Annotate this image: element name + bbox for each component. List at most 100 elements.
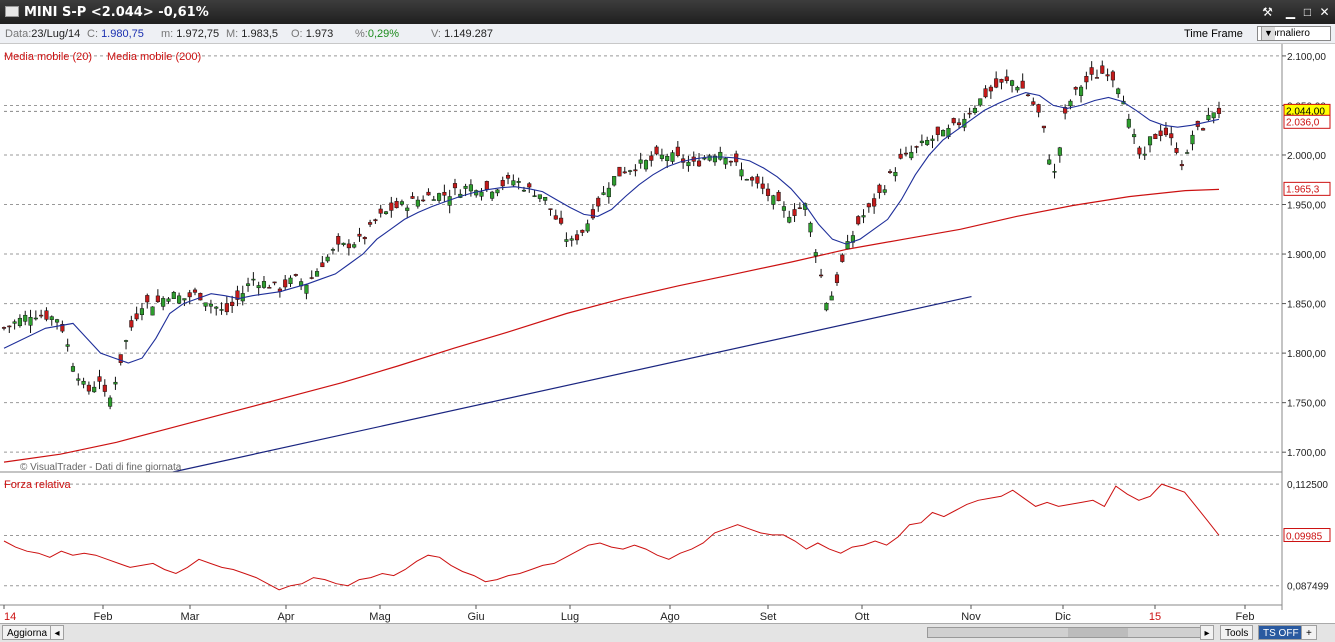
candle-body	[44, 310, 49, 320]
candle-body	[675, 146, 680, 156]
chart-window-icon	[5, 6, 19, 17]
candle-body	[622, 171, 627, 174]
candle-body	[256, 285, 261, 289]
candle-body	[378, 208, 383, 214]
candle-body	[267, 287, 272, 289]
maximize-button[interactable]: □	[1299, 4, 1316, 20]
candle-body	[792, 209, 797, 216]
candle-body	[988, 86, 993, 92]
candle-body	[537, 194, 542, 199]
candle-body	[1089, 67, 1094, 75]
rs-price-label: 0,09985	[1286, 532, 1323, 543]
candle-body	[383, 211, 389, 214]
candle-body	[108, 397, 113, 407]
ts-off-button[interactable]: TS OFF	[1258, 625, 1304, 640]
candle-body	[665, 156, 670, 161]
candle-body	[166, 298, 171, 302]
candle-body	[559, 217, 564, 224]
close-button[interactable]: ✕	[1316, 4, 1333, 20]
candle-body	[1079, 86, 1084, 96]
ma200-line	[3, 188, 1220, 463]
add-plus-button[interactable]: +	[1301, 625, 1317, 640]
candle-body	[983, 88, 988, 98]
candle-body	[1025, 94, 1031, 97]
candle-body	[368, 222, 373, 225]
candle-body	[797, 207, 802, 209]
y-tick-label: 2.100,00	[1287, 52, 1326, 63]
y-tick-label: 1.900,00	[1287, 250, 1326, 261]
candle-body	[150, 306, 155, 316]
tools-button[interactable]: Tools	[1220, 625, 1254, 640]
x-tick-label: Nov	[961, 611, 981, 623]
candle-body	[1010, 80, 1015, 86]
candle-body	[723, 157, 728, 165]
candle-body	[500, 180, 505, 187]
candle-body	[357, 233, 362, 237]
candle-body	[1116, 88, 1121, 95]
candle-body	[824, 302, 829, 311]
candle-body	[1015, 87, 1020, 91]
candle-body	[405, 207, 410, 211]
candle-body	[92, 386, 97, 393]
candle-body	[293, 274, 298, 276]
x-tick-label: Ott	[855, 611, 870, 623]
candle-body	[309, 277, 314, 279]
tools-wrench-icon[interactable]: ⚒	[1259, 4, 1276, 20]
window-titlebar: MINI S-P <2.044> -0,61% ⚒ ▁ □ ✕	[0, 0, 1335, 24]
candle-body	[590, 209, 595, 219]
candle-body	[930, 138, 935, 141]
candle-body	[819, 274, 824, 277]
candle-body	[1031, 101, 1036, 105]
candle-body	[1169, 133, 1174, 139]
time-frame-select[interactable]: Giornaliero ▼	[1257, 26, 1331, 41]
candle-body	[765, 188, 771, 196]
candle-body	[1041, 125, 1046, 129]
candle-body	[123, 340, 129, 342]
rs-series-path	[3, 483, 1220, 591]
candle-body	[1174, 148, 1179, 153]
candle-body	[527, 183, 532, 188]
candle-body	[941, 130, 946, 137]
candle-body	[771, 195, 776, 205]
candle-body	[1142, 153, 1147, 156]
chevron-down-icon[interactable]: ▼	[1261, 27, 1275, 40]
candle-body	[336, 235, 341, 245]
scrollbar-thumb[interactable]	[1068, 628, 1128, 637]
candle-body	[1105, 74, 1110, 77]
legend-ma200: Media mobile (200)	[107, 51, 201, 63]
candle-body	[612, 176, 617, 186]
x-tick-label: Set	[760, 611, 777, 623]
x-tick-label: Feb	[1236, 611, 1255, 623]
candle-body	[479, 191, 484, 197]
x-tick-label: Lug	[561, 611, 579, 623]
scroll-right-arrow-icon[interactable]: ▸	[1200, 625, 1214, 640]
candle-body	[314, 271, 320, 277]
candle-body	[1068, 100, 1073, 107]
candle-body	[272, 281, 277, 284]
chart-area[interactable]: 1.700,00 1.750,00 1.800,00 1.850,00 1.900,00…	[0, 44, 1335, 623]
candle-body	[585, 223, 590, 232]
x-tick-label: Mag	[369, 611, 390, 623]
candle-body	[1052, 171, 1057, 173]
candle-body	[574, 234, 580, 241]
candle-body	[659, 154, 664, 159]
y-tick-label: 2.000,00	[1287, 151, 1326, 162]
candle-body	[999, 78, 1004, 83]
info-open: O: 1.973	[291, 28, 334, 40]
candle-body	[431, 199, 436, 201]
time-axis[interactable]: 14 Feb Mar Apr Mag Giu Lug Ago Set Ott Nov Dic 15 Feb	[0, 604, 1282, 623]
candle-body	[1216, 107, 1222, 114]
time-frame-label: Time Frame	[1184, 28, 1243, 40]
candle-body	[686, 161, 691, 167]
candle-body	[155, 295, 160, 303]
scroll-left-arrow-icon[interactable]: ◂	[50, 625, 64, 640]
minimize-button[interactable]: ▁	[1282, 4, 1299, 20]
info-bar: Data:23/Lug/14 C: 1.980,75 m: 1.972,75 M…	[0, 24, 1335, 44]
candle-body	[490, 191, 495, 199]
trend-line[interactable]	[172, 296, 972, 473]
candle-body	[776, 191, 781, 202]
x-tick-label: Ago	[660, 611, 680, 623]
candle-body	[1206, 114, 1211, 121]
horizontal-scrollbar[interactable]	[927, 627, 1214, 638]
aggiorna-button[interactable]: Aggiorna	[2, 625, 53, 640]
